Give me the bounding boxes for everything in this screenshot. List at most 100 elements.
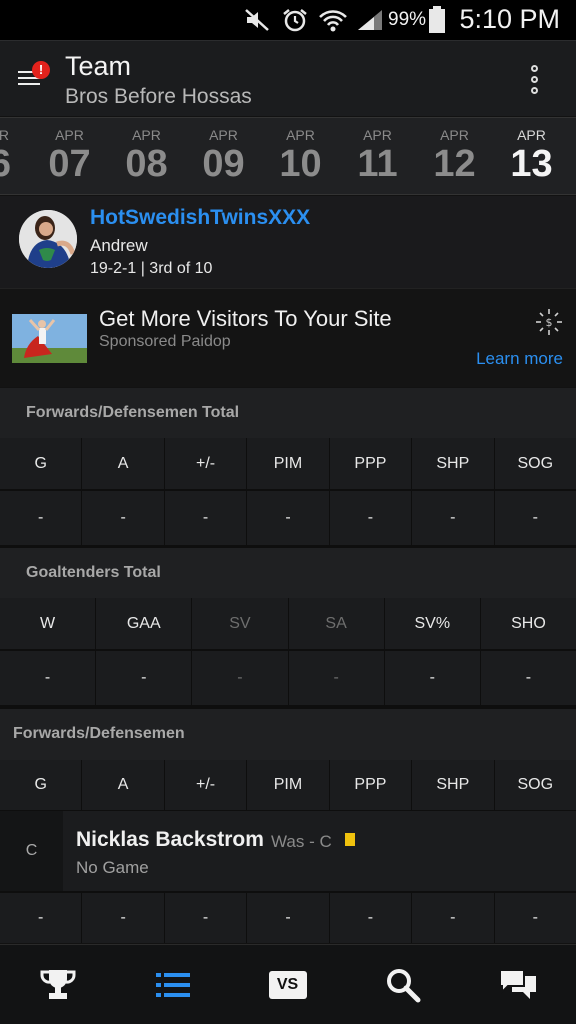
ad-choices-icon[interactable]: $ bbox=[534, 307, 564, 337]
date-day: 11 bbox=[357, 143, 398, 185]
overflow-dot bbox=[531, 65, 538, 72]
date-item[interactable]: APR 09 bbox=[185, 118, 262, 194]
date-item[interactable]: APR 07 bbox=[31, 118, 108, 194]
date-strip[interactable]: R 6 APR 07 APR 08 APR 09 APR 10 APR 11 A… bbox=[0, 117, 576, 195]
team-name[interactable]: HotSwedishTwinsXXX bbox=[90, 206, 310, 230]
column-header[interactable]: PIM bbox=[247, 760, 330, 810]
date-item[interactable]: APR 12 bbox=[416, 118, 493, 194]
column-header[interactable]: A bbox=[82, 760, 165, 810]
date-day: 08 bbox=[125, 143, 168, 185]
goalie-total-values: - - - - - - bbox=[0, 651, 576, 705]
date-month: R bbox=[0, 127, 15, 143]
column-header[interactable]: +/- bbox=[165, 760, 248, 810]
date-month: APR bbox=[132, 127, 161, 143]
stat-value: - bbox=[412, 491, 495, 545]
stat-value: - bbox=[525, 669, 532, 686]
section-title: Forwards/Defensemen Total bbox=[26, 404, 240, 421]
signal-icon bbox=[358, 10, 382, 30]
overflow-dot bbox=[531, 76, 538, 83]
date-month: APR bbox=[286, 127, 315, 143]
column-header: +/- bbox=[165, 438, 248, 489]
date-item[interactable]: APR 08 bbox=[108, 118, 185, 194]
column-header: SHO bbox=[511, 614, 546, 632]
date-day: 10 bbox=[279, 143, 322, 185]
league-name: Bros Before Hossas bbox=[65, 85, 252, 108]
stat-value: - bbox=[289, 651, 385, 705]
ad-image bbox=[12, 314, 87, 363]
nav-chat-button[interactable] bbox=[460, 945, 575, 1024]
stat-value: - bbox=[0, 651, 97, 705]
date-item[interactable]: APR 10 bbox=[262, 118, 339, 194]
stat-value: - bbox=[385, 651, 481, 705]
stat-value: - bbox=[412, 893, 495, 943]
nav-list-button[interactable] bbox=[115, 945, 230, 1024]
column-header: G bbox=[0, 438, 83, 489]
date-day: 12 bbox=[433, 143, 476, 185]
stat-value: - bbox=[0, 491, 83, 545]
battery-icon bbox=[429, 6, 445, 33]
overflow-menu-button[interactable] bbox=[530, 65, 540, 97]
wifi-icon bbox=[319, 10, 347, 32]
date-day: 09 bbox=[202, 143, 245, 185]
fd-total-values: - - - - - - - bbox=[0, 491, 576, 545]
nav-search-button[interactable] bbox=[345, 945, 460, 1024]
nav-trophy-button[interactable] bbox=[0, 945, 115, 1024]
team-card[interactable]: HotSwedishTwinsXXX Andrew 19-2-1 | 3rd o… bbox=[0, 196, 576, 288]
column-header: SV bbox=[192, 598, 289, 649]
date-month: APR bbox=[55, 127, 84, 143]
menu-button[interactable]: ! bbox=[18, 61, 50, 89]
stat-value: - bbox=[82, 893, 165, 943]
column-header[interactable]: SHP bbox=[412, 760, 495, 810]
column-header[interactable]: SOG bbox=[495, 760, 576, 810]
column-header: PIM bbox=[247, 438, 330, 489]
fd-total-header: Forwards/Defensemen Total bbox=[0, 388, 576, 438]
sponsored-ad[interactable]: Get More Visitors To Your Site Sponsored… bbox=[0, 288, 576, 387]
battery-percent: 99% bbox=[388, 9, 427, 30]
bottom-navigation: VS bbox=[0, 944, 576, 1024]
column-header: SV% bbox=[385, 598, 481, 649]
player-stats-row: - - - - - - - bbox=[0, 893, 576, 943]
stat-value: - bbox=[165, 893, 248, 943]
trophy-icon bbox=[39, 970, 76, 999]
date-month: APR bbox=[209, 127, 238, 143]
stat-value: - bbox=[330, 491, 413, 545]
search-icon bbox=[386, 969, 420, 1003]
team-owner: Andrew bbox=[90, 236, 148, 255]
date-item-selected[interactable]: APR 13 bbox=[493, 118, 570, 194]
status-bar: 99% 5:10 PM bbox=[0, 0, 576, 40]
column-header: SHP bbox=[412, 438, 495, 489]
section-title: Forwards/Defensemen bbox=[13, 725, 185, 742]
column-header[interactable]: G bbox=[0, 760, 83, 810]
section-title: Goaltenders Total bbox=[26, 564, 161, 581]
player-note-icon[interactable] bbox=[345, 833, 355, 846]
column-header: W bbox=[0, 598, 97, 649]
date-month: APR bbox=[363, 127, 392, 143]
ad-title[interactable]: Get More Visitors To Your Site bbox=[99, 306, 392, 332]
avatar bbox=[19, 210, 77, 268]
column-header: SA bbox=[289, 598, 385, 649]
clock: 5:10 PM bbox=[459, 4, 560, 34]
list-icon bbox=[155, 973, 190, 997]
learn-more-link[interactable]: Learn more bbox=[476, 349, 563, 369]
stat-value: - bbox=[82, 491, 165, 545]
player-name[interactable]: Nicklas Backstrom bbox=[76, 828, 264, 852]
stat-value: - bbox=[532, 909, 538, 926]
date-day: 6 bbox=[0, 143, 15, 186]
stat-value: - bbox=[247, 893, 330, 943]
player-position[interactable]: C bbox=[0, 811, 63, 891]
stat-value: - bbox=[96, 651, 193, 705]
fd-players-header: Forwards/Defensemen bbox=[0, 709, 576, 760]
player-row[interactable]: C Nicklas Backstrom Was - C No Game bbox=[0, 811, 576, 891]
fd-total-columns: G A +/- PIM PPP SHP SOG bbox=[0, 438, 576, 489]
stat-value: - bbox=[165, 491, 248, 545]
column-header[interactable]: PPP bbox=[330, 760, 413, 810]
date-item-partial[interactable]: R 6 bbox=[0, 118, 15, 194]
mute-icon bbox=[245, 9, 269, 31]
page-title: Team bbox=[65, 51, 132, 81]
stat-value: - bbox=[0, 893, 83, 943]
hamburger-bar bbox=[18, 83, 40, 85]
nav-versus-button[interactable]: VS bbox=[230, 945, 345, 1024]
date-item[interactable]: APR 11 bbox=[339, 118, 416, 194]
player-game-status: No Game bbox=[76, 858, 149, 877]
overflow-dot bbox=[531, 87, 538, 94]
